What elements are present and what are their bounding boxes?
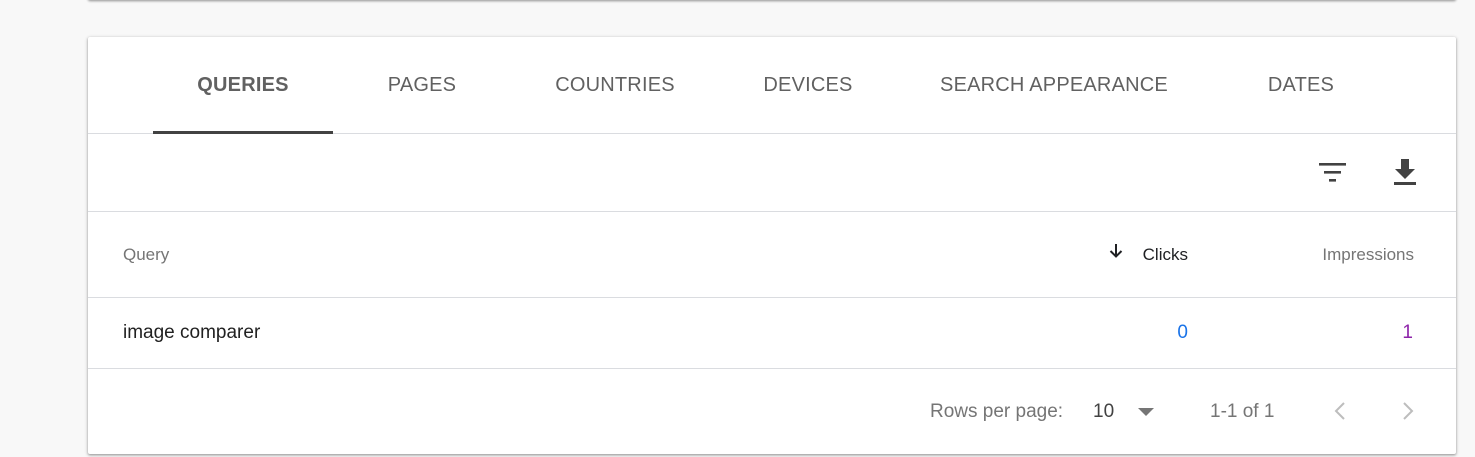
previous-page-button[interactable] [1325,395,1357,427]
download-button[interactable] [1385,152,1425,192]
filter-button[interactable] [1312,152,1352,192]
next-page-button[interactable] [1391,395,1423,427]
tab-devices[interactable]: DEVICES [719,37,897,133]
download-icon [1394,159,1416,185]
column-header-impressions[interactable]: Impressions [1248,212,1414,297]
rows-per-page-select[interactable]: 10 [1093,369,1159,454]
tab-label: PAGES [387,74,457,96]
impressions-cell: 1 [1402,322,1413,343]
tab-label: QUERIES [197,74,289,96]
tab-countries[interactable]: COUNTRIES [511,37,719,133]
tab-dates[interactable]: DATES [1211,37,1391,133]
tab-label: DEVICES [763,74,853,96]
query-cell: image comparer [123,322,261,343]
tab-label: COUNTRIES [555,74,675,96]
rows-per-page-value: 10 [1093,401,1115,422]
tab-label: SEARCH APPEARANCE [940,74,1168,96]
table-toolbar [88,134,1456,212]
column-header-query[interactable]: Query [123,212,169,297]
tab-search-appearance[interactable]: SEARCH APPEARANCE [897,37,1211,133]
rows-per-page-label: Rows per page: [930,401,1064,422]
pagination-range: 1-1 of 1 [1210,401,1275,422]
column-header-clicks[interactable]: Clicks [1106,212,1188,297]
arrow-down-icon [1109,244,1123,258]
chevron-left-icon [1334,402,1345,420]
tab-queries[interactable]: QUERIES [153,37,333,134]
performance-table-card: QUERIES PAGES COUNTRIES DEVICES SEARCH A… [88,37,1456,454]
dropdown-arrow-icon [1138,408,1154,416]
tab-label: DATES [1267,74,1335,96]
filter-icon [1319,163,1346,182]
tab-pages[interactable]: PAGES [333,37,511,133]
pagination-footer: Rows per page: 10 1-1 of 1 [88,369,1456,454]
clicks-header-label: Clicks [1142,245,1188,264]
table-row[interactable]: image comparer 0 1 [88,298,1456,369]
tab-bar: QUERIES PAGES COUNTRIES DEVICES SEARCH A… [88,37,1456,134]
clicks-cell: 0 [1177,322,1188,343]
chevron-right-icon [1403,402,1414,420]
table-header: Query Clicks Impressions [88,212,1456,298]
